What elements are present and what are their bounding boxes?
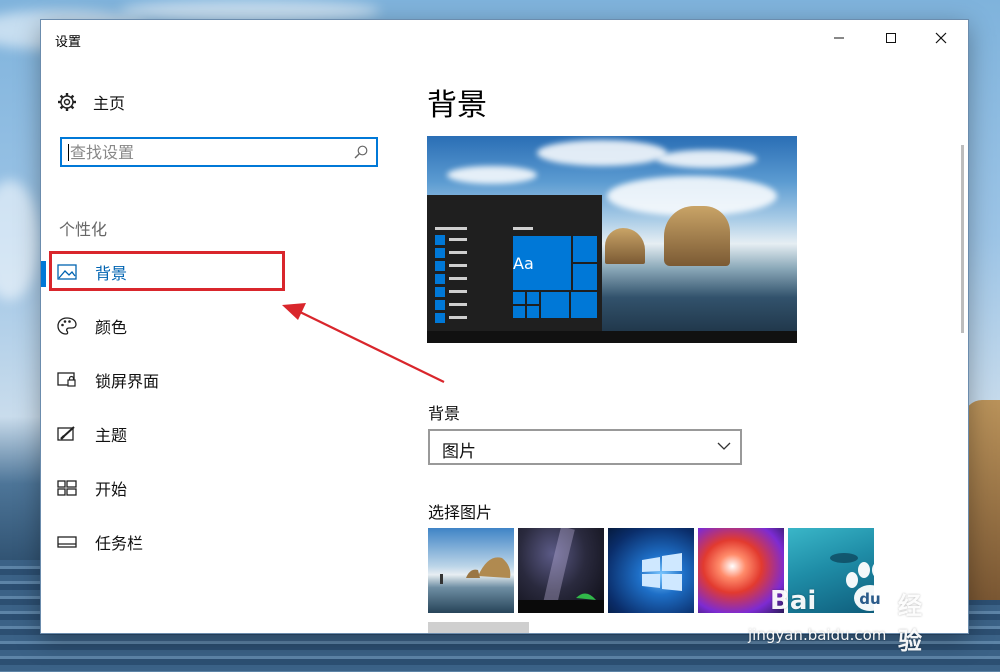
night-sky-image	[518, 528, 604, 613]
picture-thumbnail[interactable]	[518, 528, 604, 613]
picture-thumbnail[interactable]	[608, 528, 694, 613]
nav-home[interactable]: 主页	[57, 90, 125, 114]
nav-home-label: 主页	[93, 94, 126, 113]
desktop-rock	[964, 400, 1000, 600]
window-title: 设置	[55, 35, 82, 50]
sidebar-item-label: 主题	[95, 426, 128, 445]
preview-app-square	[435, 313, 445, 323]
sidebar-item-label: 开始	[95, 480, 128, 499]
themes-icon	[57, 426, 75, 441]
background-type-dropdown[interactable]: 图片	[428, 429, 742, 465]
preview-cloud	[657, 150, 757, 168]
preview-tile	[573, 264, 597, 290]
watermark-site: jingyan.baidu.com	[748, 626, 887, 644]
minimize-icon	[834, 37, 844, 39]
preview-app-square	[435, 287, 445, 297]
gear-icon	[58, 93, 76, 111]
sidebar-item-themes[interactable]: 主题	[57, 422, 127, 446]
sidebar-item-colors[interactable]: 颜色	[57, 314, 127, 338]
maximize-button[interactable]	[868, 20, 914, 56]
preview-line	[513, 227, 533, 230]
search-input[interactable]	[70, 142, 340, 162]
desktop-cloud	[120, 0, 380, 22]
highlight-box	[49, 251, 285, 291]
preview-tile	[513, 292, 525, 304]
preview-app-square	[435, 248, 445, 258]
preview-line	[449, 264, 467, 267]
preview-tile	[527, 292, 539, 304]
close-button[interactable]	[918, 20, 964, 56]
desktop-cloud	[0, 180, 40, 300]
preview-cloud	[537, 140, 667, 166]
preview-tile	[571, 292, 597, 318]
sidebar-item-label: 锁屏界面	[95, 372, 160, 391]
preview-line	[435, 227, 467, 230]
preview-app-square	[435, 235, 445, 245]
dropdown-selected-value: 图片	[442, 442, 476, 462]
scrollbar[interactable]	[961, 145, 964, 333]
section-label-personalization: 个性化	[59, 220, 108, 239]
active-indicator	[41, 261, 46, 287]
preview-taskbar	[427, 331, 797, 343]
watermark-brand: Bai	[770, 586, 817, 616]
lock-screen-icon	[57, 372, 76, 387]
search-box[interactable]	[60, 137, 378, 167]
watermark-brand-suffix: 经验	[898, 592, 922, 655]
preview-app-square	[435, 274, 445, 284]
preview-line	[449, 290, 467, 293]
picture-thumbnail-row2[interactable]	[428, 622, 529, 633]
preview-tile-text: Aa	[513, 254, 534, 273]
preview-line	[449, 238, 467, 241]
preview-line	[449, 316, 467, 319]
settings-window: 设置 主页 个性化	[41, 20, 968, 633]
beach-rock-image	[440, 557, 511, 584]
chevron-down-icon	[717, 442, 731, 450]
sidebar-item-lock-screen[interactable]: 锁屏界面	[57, 368, 159, 392]
preview-tile	[541, 292, 569, 318]
preview-cloud	[447, 166, 537, 184]
sidebar-item-label: 任务栏	[95, 534, 144, 553]
preview-app-square	[435, 261, 445, 271]
sidebar-item-label: 颜色	[95, 318, 128, 337]
minimize-button[interactable]	[816, 20, 862, 56]
text-cursor	[68, 144, 69, 161]
preview-rock	[664, 206, 730, 266]
preview-app-square	[435, 300, 445, 310]
preview-tile	[573, 236, 597, 262]
preview-line	[449, 303, 467, 306]
close-icon	[935, 32, 947, 44]
windows-logo-image	[642, 553, 682, 591]
picture-thumbnail[interactable]	[428, 528, 514, 613]
sidebar-item-taskbar[interactable]: 任务栏	[57, 530, 143, 554]
page-title: 背景	[427, 88, 487, 123]
choose-picture-label: 选择图片	[428, 503, 493, 522]
preview-tile	[513, 306, 525, 318]
start-icon	[57, 480, 77, 496]
taskbar-icon	[57, 536, 77, 548]
svg-text:du: du	[859, 590, 880, 608]
paw-logo-icon: du	[846, 562, 896, 611]
preview-line	[449, 277, 467, 280]
preview-rock	[605, 228, 645, 264]
title-bar[interactable]: 设置	[41, 20, 968, 60]
sidebar-item-start[interactable]: 开始	[57, 476, 127, 500]
maximize-icon	[886, 33, 896, 43]
preview-tile	[527, 306, 539, 318]
preview-line	[449, 251, 467, 254]
palette-icon	[57, 317, 77, 335]
search-icon[interactable]	[354, 145, 368, 159]
background-preview: Aa	[427, 136, 797, 343]
background-field-label: 背景	[428, 404, 461, 423]
